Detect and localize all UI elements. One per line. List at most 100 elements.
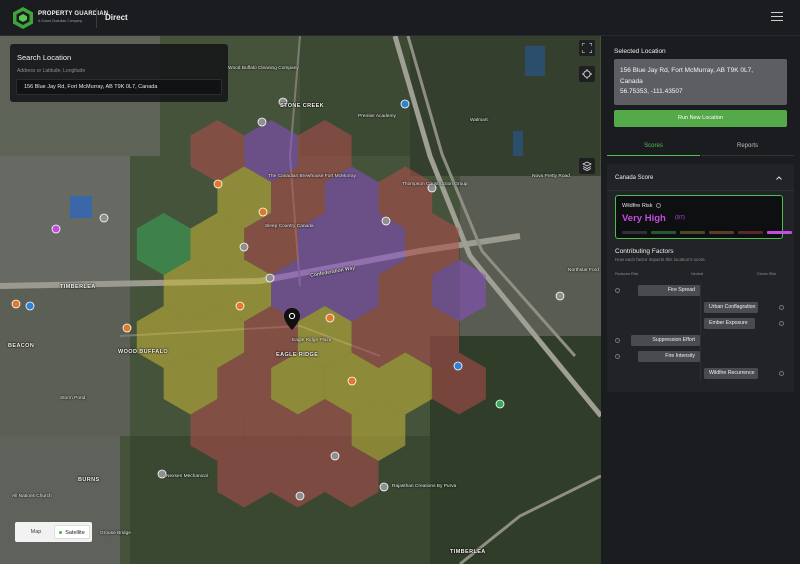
poi-marker-icon[interactable] [295,491,305,501]
tab-scores[interactable]: Scores [607,140,700,156]
map-label-stone-creek: STONE CREEK [280,103,325,109]
layers-button[interactable] [579,158,595,174]
fullscreen-icon [582,43,592,53]
layers-icon [582,161,592,171]
map-type-toggle: Map Satellite [15,522,92,542]
search-input[interactable]: 156 Blue Jay Rd, Fort McMurray, AB T9K 0… [16,79,222,95]
poi-marker-icon[interactable] [51,224,61,234]
info-icon[interactable] [655,203,661,209]
poi-marker-icon[interactable] [379,482,389,492]
canada-score-card: Canada Score Wildfire Risk Very High (97… [607,164,794,392]
poi-marker-icon[interactable] [381,216,391,226]
poi-label-premier-academy: Premier Academy [358,114,396,119]
poi-marker-icon[interactable] [257,117,267,127]
poi-marker-icon[interactable] [265,273,275,283]
poi-label-sleep-country: Sleep Country Canada [265,224,314,229]
risk-level-segment [651,231,676,234]
selected-location-card: 156 Blue Jay Rd, Fort McMurray, AB T9K 0… [614,59,787,105]
coordinates: 56.75353, -111.43507 [620,88,683,95]
poi-label-nexsen: Nexsen Mechanical [166,474,208,479]
map-label-beacon: BEACON [8,343,35,349]
map-label-burns: BURNS [78,477,100,483]
factor-bar[interactable]: Fire Spread [638,285,700,296]
satellite-map[interactable]: TIMBERLEA BEACON EAGLE RIDGE WOOD BUFFAL… [0,36,601,564]
header-divider [96,8,97,28]
poi-marker-icon[interactable] [330,451,340,461]
factor-bar[interactable]: Suppression Effort [631,334,700,346]
axis-drives-risk: Drives Risk [757,272,777,276]
info-icon[interactable] [615,288,620,293]
poi-label-northstar: Northstar Ford [568,268,599,273]
risk-level-segment [622,231,647,234]
wildfire-risk-label: Wildfire Risk [622,203,661,209]
poi-label-wood-buffalo-cleaning: Wood Buffalo Cleaning Company [228,66,299,71]
locate-me-button[interactable] [579,66,595,82]
card-divider [607,190,794,191]
poi-label-nova: Nova Pretty Road [532,174,570,179]
map-canvas[interactable] [0,36,601,564]
chevron-up-icon[interactable] [774,173,784,183]
map-label-wood-buffalo: WOOD BUFFALO [118,349,169,355]
info-icon[interactable] [615,337,620,343]
poi-marker-icon[interactable] [555,291,565,301]
poi-label-storm-pond: Storm Pond [60,396,86,401]
search-title: Search Location [17,53,72,62]
map-label-timberlea: TIMBERLEA [60,284,96,290]
poi-label-eagle-ridge-plaza: Eagle Ridge Plaza [292,338,332,343]
panel-tabs: Scores Reports [607,140,794,156]
address-line-2: Canada [620,77,643,85]
poi-marker-icon[interactable] [239,242,249,252]
map-label-timberlea-south: TIMBERLEA [450,549,486,555]
poi-marker-icon[interactable] [400,99,410,109]
contributing-factors-title: Contributing Factors [615,248,674,255]
satellite-label: Satellite [65,530,85,536]
axis-neutral: Neutral [691,272,704,276]
poi-marker-icon[interactable] [25,301,35,311]
tab-reports[interactable]: Reports [701,140,794,156]
neutral-axis-line [700,282,701,382]
hamburger-menu-icon[interactable] [771,12,783,22]
map-view-button[interactable]: Map [18,525,54,539]
info-icon[interactable] [615,354,620,359]
poi-marker-icon[interactable] [235,301,245,311]
risk-level-segment [680,231,705,234]
run-new-location-button[interactable]: Run New Location [614,110,787,127]
top-bar: PROPERTY GUARDIAN A Guard Guardian Compa… [0,0,800,36]
poi-marker-icon[interactable] [99,213,109,223]
address-line-1: 156 Blue Jay Rd, Fort McMurray, AB T9K 0… [620,67,754,74]
crosshair-icon [582,69,592,79]
axis-reduces-risk: Reduces Risk [615,272,639,276]
canada-score-title: Canada Score [615,175,654,181]
info-icon[interactable] [779,304,784,310]
poi-label-all-nations: All Nations Church [12,494,52,499]
factor-bar[interactable]: Fire Intensity [638,351,700,362]
poi-marker-icon[interactable] [453,361,463,371]
wildfire-risk-score: (97) [675,215,685,221]
selected-location-label: Selected Location [614,48,666,55]
side-panel: Selected Location 156 Blue Jay Rd, Fort … [601,36,800,564]
wildfire-risk-box: Wildfire Risk Very High (97) [615,195,792,239]
brand-tagline: A Guard Guardian Company [38,19,83,23]
info-icon[interactable] [779,321,784,326]
info-icon[interactable] [779,370,784,376]
poi-marker-icon[interactable] [258,207,268,217]
satellite-view-button[interactable]: Satellite [54,525,90,539]
factor-bar[interactable]: Wildfire Recurrence [704,367,758,379]
factor-bar[interactable]: Ember Exposure [704,318,755,329]
poi-marker-icon[interactable] [11,299,21,309]
poi-label-thompson: Thompson Construction Group [402,182,468,187]
map-label-eagle-ridge: EAGLE RIDGE [276,352,319,358]
poi-marker-icon[interactable] [325,313,335,323]
wildfire-risk-level: Very High [622,213,666,224]
poi-marker-icon[interactable] [213,179,223,189]
risk-level-segment [738,231,763,234]
poi-marker-icon[interactable] [157,469,167,479]
factor-bar[interactable]: Urban Conflagration [704,301,758,313]
poi-marker-icon[interactable] [122,323,132,333]
poi-marker-icon[interactable] [347,376,357,386]
poi-marker-icon[interactable] [495,399,505,409]
poi-label-brewhouse: The Canadian Brewhouse Fort McMurray [268,174,356,179]
fullscreen-button[interactable] [579,40,595,56]
search-subtitle: Address or Latitude, Longitude [17,68,86,74]
active-dot-icon [59,531,63,535]
